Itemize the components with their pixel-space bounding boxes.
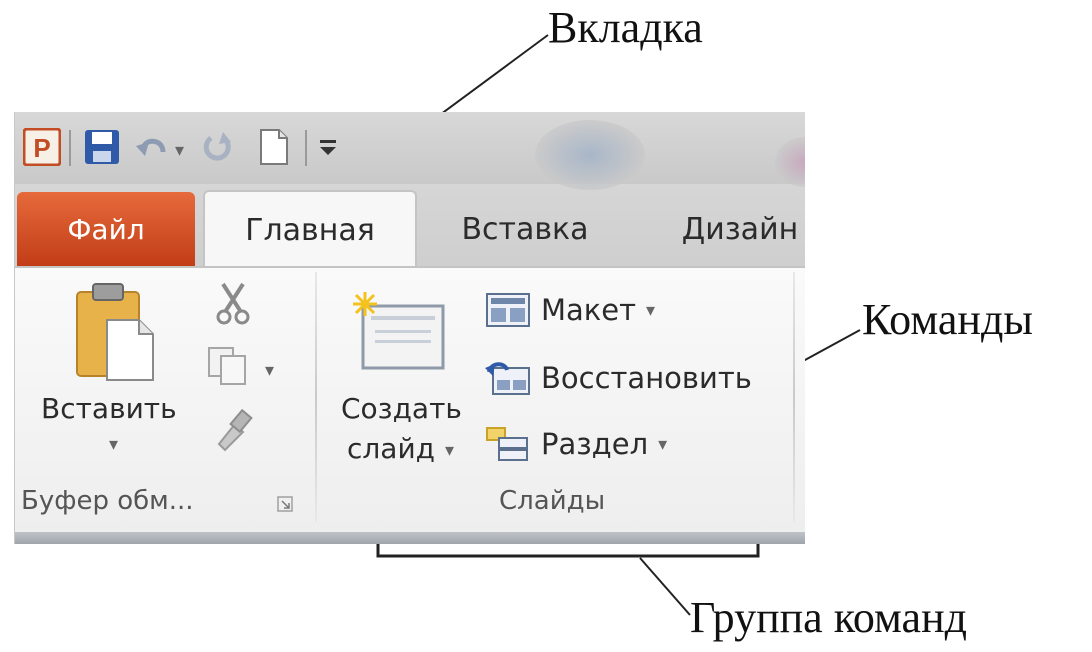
ribbon-window: P ▾ Файл Главная Вставка Дизайн Вставить… <box>14 112 805 544</box>
paste-dropdown-icon[interactable]: ▾ <box>109 434 118 455</box>
section-dropdown-icon[interactable]: ▾ <box>658 434 667 455</box>
tab-annotation: Вкладка <box>548 3 703 52</box>
new-document-icon[interactable] <box>255 128 293 166</box>
powerpoint-icon[interactable]: P <box>22 127 62 167</box>
tab-design[interactable]: Дизайн <box>665 192 805 266</box>
layout-icon <box>486 293 530 327</box>
format-painter-icon[interactable] <box>211 408 257 454</box>
clipboard-group-label: Буфер обм... <box>21 486 194 516</box>
qat-separator-2 <box>305 130 307 166</box>
slides-group-label: Слайды <box>499 486 606 516</box>
save-icon[interactable] <box>83 128 121 166</box>
layout-dropdown-icon[interactable]: ▾ <box>646 300 655 321</box>
new-slide-label-line1[interactable]: Создать <box>341 392 462 425</box>
reset-command[interactable]: Восстановить <box>485 360 752 396</box>
layout-command[interactable]: Макет ▾ <box>485 292 655 328</box>
app-icon-letter: P <box>33 133 50 163</box>
customize-toolbar-icon[interactable] <box>317 128 341 166</box>
layout-label: Макет <box>541 293 637 327</box>
title-bar-glow <box>535 120 645 190</box>
tab-file[interactable]: Файл <box>17 192 195 266</box>
quick-access-toolbar: P ▾ <box>15 112 805 190</box>
group-separator <box>315 272 317 522</box>
ribbon-panel: Вставить ▾ ▾ Буфер обм... Создать слайд … <box>15 266 805 536</box>
reset-label: Восстановить <box>541 361 752 395</box>
qat-separator <box>69 130 71 166</box>
command-group-pointer-line <box>639 557 691 616</box>
paste-button-label[interactable]: Вставить <box>41 392 177 425</box>
ribbon-bottom-edge <box>15 532 805 544</box>
new-slide-dropdown-icon[interactable]: ▾ <box>445 440 454 461</box>
tab-home[interactable]: Главная <box>203 190 417 268</box>
section-command[interactable]: Раздел ▾ <box>485 426 667 462</box>
dialog-launcher-icon[interactable] <box>277 496 293 512</box>
section-icon <box>486 427 528 461</box>
redo-icon[interactable] <box>199 128 237 166</box>
reset-icon <box>485 362 530 395</box>
undo-dropdown-icon[interactable]: ▾ <box>175 140 184 161</box>
undo-icon[interactable] <box>133 128 171 166</box>
tab-insert[interactable]: Вставка <box>445 192 605 266</box>
copy-icon[interactable] <box>207 346 253 386</box>
copy-dropdown-icon[interactable]: ▾ <box>265 360 274 381</box>
group-separator-2 <box>793 272 795 522</box>
title-bar-glow-2 <box>775 137 805 187</box>
section-label: Раздел <box>541 427 649 461</box>
paste-icon[interactable] <box>73 282 157 384</box>
new-slide-label-line2[interactable]: слайд <box>347 432 435 465</box>
cut-icon[interactable] <box>215 282 251 326</box>
command-group-annotation: Группа команд <box>690 593 968 642</box>
ribbon-tabs: Файл Главная Вставка Дизайн <box>15 184 805 268</box>
commands-annotation: Команды <box>862 295 1033 344</box>
new-slide-icon[interactable] <box>349 288 449 374</box>
